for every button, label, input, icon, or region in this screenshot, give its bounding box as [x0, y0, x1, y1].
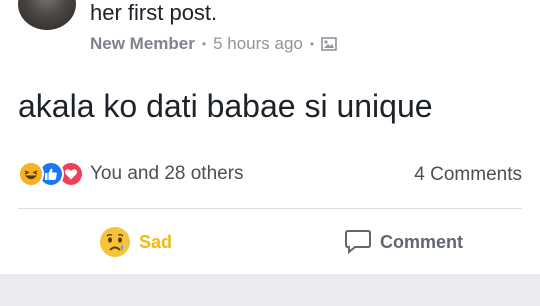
post-meta: New Member • 5 hours ago •: [90, 33, 337, 55]
photo-album-icon[interactable]: [321, 36, 337, 52]
post-headline: her first post.: [90, 0, 218, 25]
separator-dot: •: [309, 37, 315, 51]
haha-icon: [18, 161, 44, 187]
post-text: akala ko dati babae si unique: [18, 88, 433, 124]
comment-button[interactable]: Comment: [344, 226, 463, 258]
sad-reaction-button[interactable]: Sad: [99, 226, 172, 258]
sad-face-icon: [99, 226, 131, 258]
comment-count[interactable]: 4 Comments: [414, 164, 522, 186]
action-divider: [18, 208, 522, 209]
feed-separator: [0, 274, 540, 306]
reaction-count-text[interactable]: You and 28 others: [90, 163, 244, 185]
comment-bubble-icon: [344, 229, 372, 255]
author-avatar[interactable]: [18, 0, 76, 30]
member-badge: New Member: [90, 34, 195, 53]
separator-dot: •: [201, 37, 207, 51]
post-timestamp[interactable]: 5 hours ago: [213, 33, 303, 55]
sad-reaction-label: Sad: [139, 231, 173, 252]
comment-label: Comment: [380, 231, 464, 252]
reaction-summary[interactable]: You and 28 others: [18, 161, 244, 187]
